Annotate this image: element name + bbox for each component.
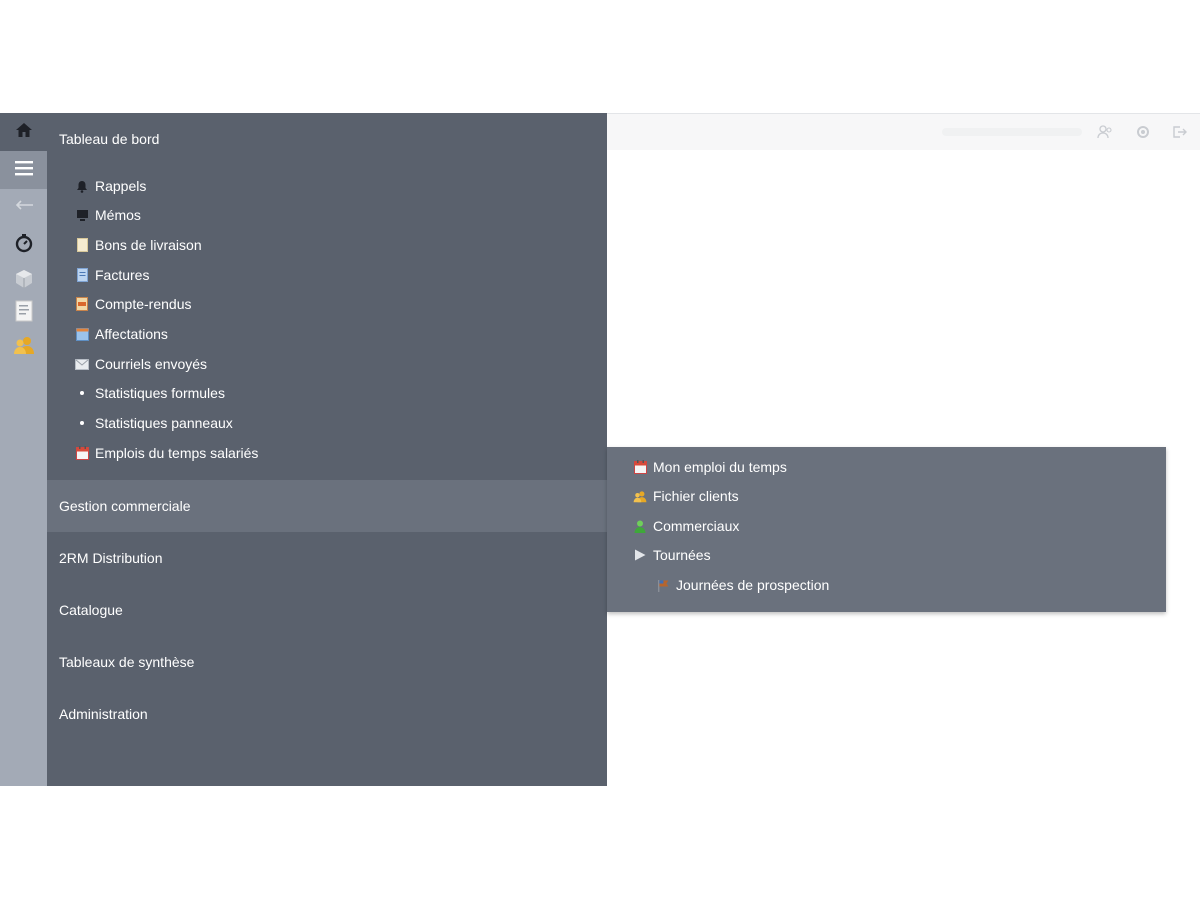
delivery-note-icon [75,238,89,252]
menu-item-memos[interactable]: Mémos [75,204,141,226]
section-title: Catalogue [59,602,123,618]
document-icon [15,300,33,327]
flag-icon [656,578,670,592]
rail-menu-button[interactable] [0,151,47,189]
menu-item-emplois-du-temps-salaries[interactable]: Emplois du temps salariés [75,442,258,464]
clients-icon [633,489,647,503]
menu-item-label: Rappels [95,178,147,194]
section-title: Administration [59,706,148,722]
toolbar-text-placeholder [942,128,1082,136]
mail-icon [75,357,89,371]
submenu-item-label: Fichier clients [653,488,739,504]
menu-item-label: Statistiques formules [95,385,225,401]
clients-icon [13,335,35,360]
rail-home-button[interactable] [0,113,47,151]
cube-icon [13,268,35,295]
navigation-panel: Tableau de bord Rappels Mémos Bons de li… [47,113,607,786]
section-administration[interactable]: Administration [47,688,607,740]
submenu-item-label: Tournées [653,547,711,563]
menu-item-label: Compte-rendus [95,296,192,312]
menu-item-rappels[interactable]: Rappels [75,175,146,197]
submenu-item-label: Commerciaux [653,518,740,534]
menu-item-affectations[interactable]: Affectations [75,323,168,345]
section-tableau-de-bord[interactable]: Tableau de bord [47,113,607,165]
menu-item-label: Affectations [95,326,168,342]
menu-item-label: Courriels envoyés [95,356,208,372]
logout-icon[interactable] [1171,124,1187,140]
bullet-icon [75,386,89,400]
submenu-item-label: Mon emploi du temps [653,459,787,475]
menu-icon [14,159,34,182]
rail-timer-button[interactable] [0,231,47,259]
submenu-item-tournees[interactable]: Tournées [633,544,711,566]
menu-item-statistiques-panneaux[interactable]: Statistiques panneaux [75,412,233,434]
submenu-item-journees-de-prospection[interactable]: Journées de prospection [656,574,829,596]
menu-item-bons-de-livraison[interactable]: Bons de livraison [75,234,202,256]
rail-clients-button[interactable] [0,333,47,361]
section-title: Tableaux de synthèse [59,654,195,670]
calendar-icon [633,460,647,474]
settings-icon[interactable] [1135,124,1151,140]
menu-item-label: Emplois du temps salariés [95,445,259,461]
timer-icon [14,233,34,258]
section-catalogue[interactable]: Catalogue [47,584,607,636]
menu-item-label: Factures [95,267,150,283]
menu-item-courriels-envoyes[interactable]: Courriels envoyés [75,353,207,375]
section-gestion-commerciale[interactable]: Gestion commerciale [47,480,607,532]
menu-item-label: Bons de livraison [95,237,202,253]
submenu-gestion-commerciale: Mon emploi du temps Fichier clients Comm… [607,447,1166,612]
section-2rm-distribution[interactable]: 2RM Distribution [47,532,607,584]
users-icon[interactable] [1097,124,1113,140]
rail-catalog-button[interactable] [0,267,47,295]
monitor-icon [75,208,89,222]
section-title: 2RM Distribution [59,550,163,566]
bell-icon [75,179,89,193]
section-title: Tableau de bord [59,131,160,147]
menu-item-label: Mémos [95,207,141,223]
menu-item-compte-rendus[interactable]: Compte-rendus [75,293,192,315]
submenu-item-label: Journées de prospection [676,577,830,593]
play-arrow-icon [633,548,647,562]
section-title: Gestion commerciale [59,498,191,514]
bullet-icon [75,416,89,430]
report-icon [75,297,89,311]
icon-rail [0,113,47,786]
section-tableaux-de-synthese[interactable]: Tableaux de synthèse [47,636,607,688]
salesperson-icon [633,519,647,533]
invoice-icon [75,268,89,282]
back-arrow-icon [14,198,34,216]
home-icon [15,121,33,144]
top-toolbar [607,113,1200,151]
menu-item-statistiques-formules[interactable]: Statistiques formules [75,382,225,404]
submenu-item-fichier-clients[interactable]: Fichier clients [633,485,739,507]
app-window: Tableau de bord Rappels Mémos Bons de li… [0,113,1200,786]
menu-item-factures[interactable]: Factures [75,264,149,286]
assignment-icon [75,327,89,341]
rail-document-button[interactable] [0,299,47,327]
submenu-item-commerciaux[interactable]: Commerciaux [633,515,739,537]
calendar-icon [75,446,89,460]
submenu-item-mon-emploi-du-temps[interactable]: Mon emploi du temps [633,456,787,478]
rail-back-button[interactable] [0,193,47,221]
menu-item-label: Statistiques panneaux [95,415,233,431]
